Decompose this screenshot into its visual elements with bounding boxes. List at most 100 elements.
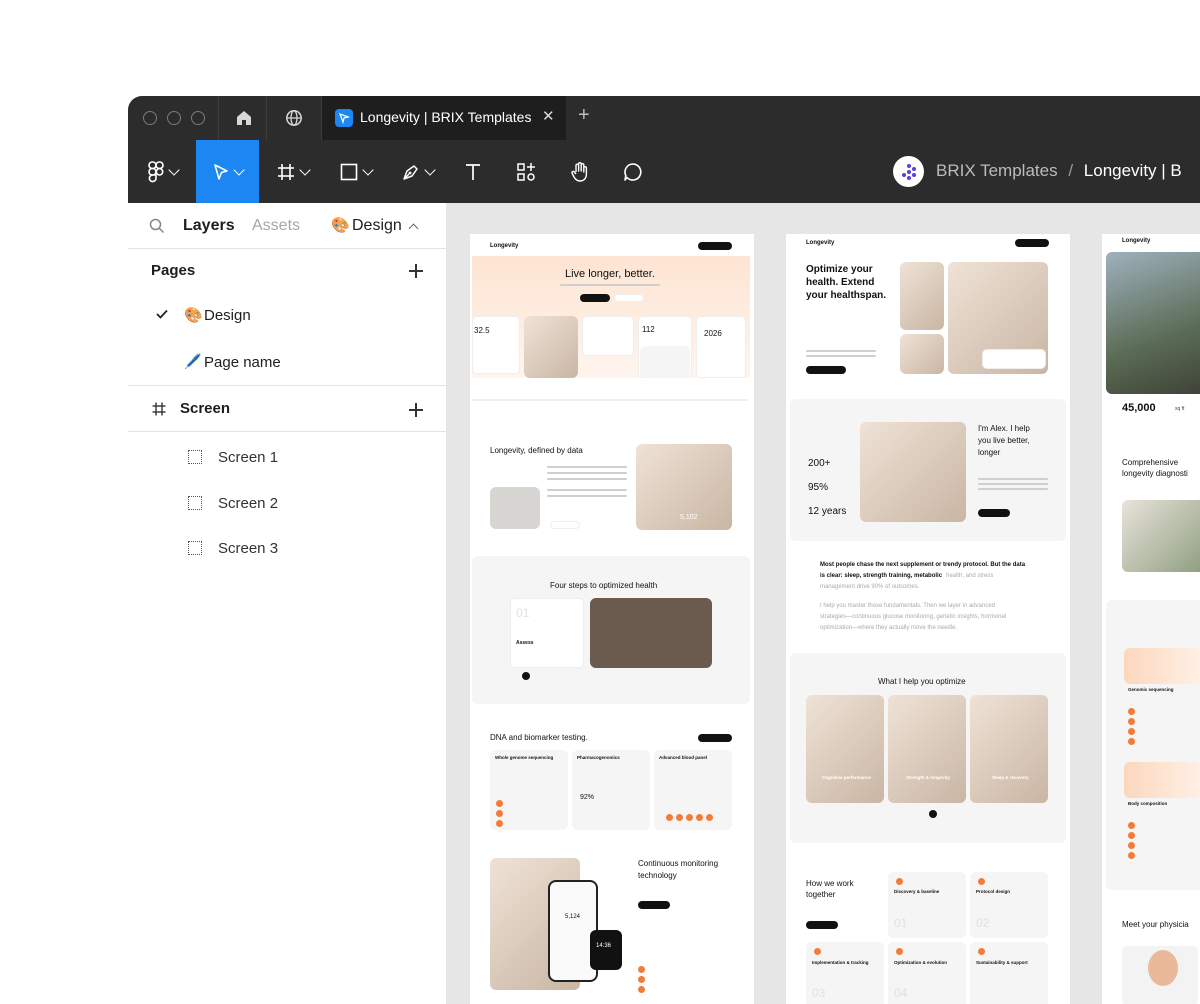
components-icon — [517, 162, 535, 181]
quote-line-faded: health, and stress — [946, 573, 994, 579]
add-page-icon[interactable] — [409, 264, 423, 278]
artboard-screen-3[interactable]: Longevity 45,000 sq ft Comprehensive lon… — [1102, 234, 1200, 1004]
hand-icon — [571, 161, 588, 182]
close-window-dot[interactable] — [143, 111, 157, 125]
intro-title: I'm Alex. I help — [978, 424, 1030, 433]
maximize-window-dot[interactable] — [191, 111, 205, 125]
process-title: Sustainability & support — [976, 960, 1028, 965]
resources-tool-button[interactable] — [511, 140, 541, 203]
quote-line-faded: optimization—where they actually move th… — [820, 625, 958, 631]
hero-cta-button[interactable] — [580, 294, 610, 302]
phone-stat: 5,124 — [565, 914, 581, 920]
page-emoji-icon: 🖊️ — [184, 353, 202, 369]
artboard-screen-1[interactable]: Longevity Live longer, better. 32.5 112 … — [470, 234, 754, 1004]
slider-dot[interactable] — [929, 810, 937, 818]
stat-value: 12 years — [808, 506, 847, 517]
layers-panel: Layers Assets 🎨 Design Pages 🎨 Design 🖊️… — [128, 203, 447, 1004]
nav-cta-button[interactable] — [1015, 239, 1049, 247]
chevron-up-icon[interactable] — [408, 223, 419, 234]
tab-layers[interactable]: Layers — [183, 217, 235, 235]
slider-dot[interactable] — [522, 672, 530, 680]
test-card-title: Pharmacogenomics — [577, 755, 620, 760]
add-layer-icon[interactable] — [409, 403, 423, 417]
step-number: 01 — [516, 606, 530, 620]
layer-label: Screen 1 — [218, 449, 279, 466]
main-menu-button[interactable] — [138, 140, 188, 203]
work-cta-button[interactable] — [806, 921, 838, 929]
design-canvas[interactable]: Longevity Live longer, better. 32.5 112 … — [448, 203, 1200, 1004]
layer-label: Screen 3 — [218, 540, 279, 557]
new-tab-icon[interactable]: + — [578, 104, 590, 127]
team-avatar[interactable] — [893, 156, 924, 187]
tab-assets[interactable]: Assets — [252, 217, 300, 235]
tab-design-page[interactable]: Design — [352, 217, 402, 235]
move-tool-button[interactable] — [196, 140, 259, 203]
optimize-card-title: Sleep & recovery — [992, 775, 1029, 780]
page-item-design[interactable]: 🎨 Design — [128, 297, 447, 333]
layer-item[interactable]: Screen 1 — [128, 439, 447, 475]
page-item-page-name[interactable]: 🖊️ Page name — [128, 344, 447, 380]
layer-item[interactable]: Screen 3 — [128, 530, 447, 566]
process-number: 02 — [976, 916, 990, 930]
process-number: 03 — [812, 986, 826, 1000]
page-emoji-icon: 🎨 — [184, 307, 203, 324]
home-icon[interactable] — [233, 107, 255, 129]
file-tab[interactable]: Longevity | BRIX Templates ✕ — [322, 96, 566, 140]
hero-title: Optimize your — [806, 264, 873, 275]
quote-line-faded: management drive 90% of outcomes. — [820, 584, 920, 590]
hand-tool-button[interactable] — [565, 140, 595, 203]
watch-mockup — [590, 930, 622, 970]
test-card — [572, 750, 650, 830]
steps-value: 5,102 — [680, 514, 698, 521]
figma-logo-icon — [148, 160, 164, 182]
chevron-down-icon — [232, 164, 245, 176]
check-icon — [156, 309, 168, 319]
section-title: How we work — [806, 879, 854, 888]
plant-photo — [1122, 500, 1200, 572]
section-title: Continuous monitoring — [638, 859, 719, 868]
frame-hash-icon — [278, 163, 294, 180]
text-tool-button[interactable] — [458, 140, 488, 203]
close-tab-icon[interactable]: ✕ — [542, 107, 555, 125]
process-number: 04 — [894, 986, 908, 1000]
service-card-title: Genomic sequencing — [1128, 687, 1174, 692]
rectangle-icon — [340, 163, 358, 180]
artboard-screen-2[interactable]: Longevity Optimize your health. Extend y… — [786, 234, 1070, 1004]
area-stat: 45,000 — [1122, 402, 1156, 414]
section-title: Comprehensive — [1122, 458, 1179, 467]
nav-cta-button[interactable] — [698, 242, 732, 250]
chevron-down-icon — [168, 164, 180, 176]
page-label: Design — [204, 307, 251, 324]
about-cta-button[interactable] — [978, 509, 1010, 517]
watch-time: 14:36 — [596, 943, 612, 949]
hero-photo — [524, 316, 578, 378]
section-title: Longevity, defined by data — [490, 446, 583, 455]
section-cta-button[interactable] — [638, 901, 670, 909]
breadcrumb-team[interactable]: BRIX Templates — [936, 161, 1058, 180]
comment-tool-button[interactable] — [618, 140, 648, 203]
search-icon[interactable] — [149, 218, 165, 234]
pen-icon — [403, 164, 418, 180]
frame-tool-button[interactable] — [268, 140, 318, 203]
community-globe-icon[interactable] — [283, 107, 305, 129]
hero-cta-button[interactable] — [806, 366, 846, 374]
hero-photo — [900, 262, 944, 330]
minimize-window-dot[interactable] — [167, 111, 181, 125]
scanner-photo — [490, 487, 540, 529]
section-cta-button[interactable] — [698, 734, 732, 742]
layer-item[interactable]: Screen 2 — [128, 485, 447, 521]
process-number: 01 — [894, 916, 908, 930]
breadcrumb-project[interactable]: Longevity | B — [1084, 161, 1182, 180]
pen-tool-button[interactable] — [393, 140, 443, 203]
shape-tool-button[interactable] — [331, 140, 381, 203]
hero-title: your healthspan. — [806, 290, 887, 301]
chevron-down-icon — [299, 164, 311, 176]
layer-frame-screen[interactable]: Screen — [128, 386, 447, 431]
optimize-card-photo — [806, 695, 884, 803]
secondary-button[interactable] — [550, 521, 580, 529]
hero-secondary-button[interactable] — [614, 294, 644, 302]
frame-dotted-icon — [188, 450, 202, 464]
step-name: Assess — [516, 640, 534, 646]
intro-title: longer — [978, 448, 1001, 457]
building-photo — [1106, 252, 1200, 394]
